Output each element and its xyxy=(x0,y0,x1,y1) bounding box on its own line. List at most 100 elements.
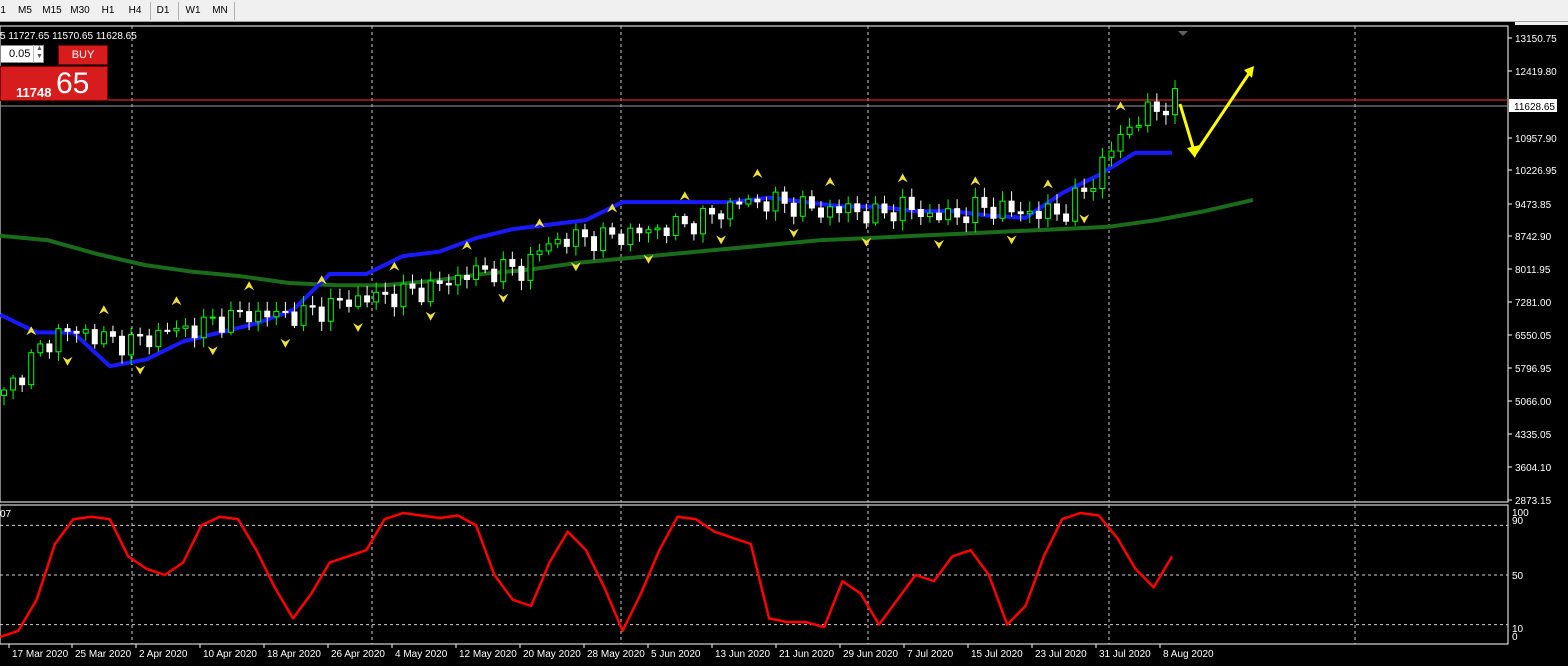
price-tick-label: 3604.10 xyxy=(1515,463,1552,474)
price-tick-label: 5066.00 xyxy=(1515,397,1552,408)
bear-candle xyxy=(418,287,425,303)
moving-average-line xyxy=(0,197,1254,288)
bull-candle xyxy=(845,203,852,214)
projection-path xyxy=(1178,71,1252,158)
time-tick-label: 2 Apr 2020 xyxy=(139,649,188,660)
bear-candle xyxy=(935,212,942,221)
bull-candle xyxy=(1090,188,1097,192)
bear-candle xyxy=(463,274,470,280)
bull-candle xyxy=(454,274,461,286)
price-tick-label: 7281.00 xyxy=(1515,298,1552,309)
main-chart-frame xyxy=(0,25,1509,503)
time-axis[interactable]: 17 Mar 2020 25 Mar 2020 2 Apr 2020 10 Apr 2… xyxy=(8,644,1214,660)
bull-candle xyxy=(28,352,35,386)
bull-candle xyxy=(182,325,189,329)
bear-candle xyxy=(663,227,670,237)
time-tick-label: 4 May 2020 xyxy=(395,649,448,660)
bear-candle xyxy=(609,227,616,235)
bull-candle xyxy=(999,200,1006,219)
bull-candle xyxy=(772,191,779,212)
bull-candle xyxy=(355,295,362,307)
bear-candle xyxy=(990,206,997,219)
fractal-down-icon xyxy=(135,365,146,375)
fractal-down-icon xyxy=(62,356,73,366)
price-tick-label: 13150.75 xyxy=(1515,34,1557,45)
bear-candle xyxy=(763,201,770,212)
price-tick-label: 2873.15 xyxy=(1515,496,1552,507)
kijun-line xyxy=(0,150,1172,369)
bull-candle xyxy=(1126,126,1133,135)
bear-candle xyxy=(890,212,897,222)
price-axis[interactable]: 13150.75 12419.80 11628.65 10957.90 10226.95… xyxy=(1508,34,1557,643)
bear-candle xyxy=(636,227,643,234)
bull-candle xyxy=(55,328,62,353)
price-chart[interactable]: 07 13150.75 12419.80 11628.65 10957.90 10226… xyxy=(0,0,1568,666)
bull-candle xyxy=(255,310,262,323)
bear-candle xyxy=(581,229,588,238)
bear-candle xyxy=(91,329,98,345)
bear-candle xyxy=(1053,203,1060,215)
lot-stepper-arrows[interactable]: ▲ ▼ xyxy=(33,45,45,63)
bear-candle xyxy=(491,268,498,283)
bull-candle xyxy=(400,283,407,308)
bear-candle xyxy=(218,316,225,333)
bull-candle xyxy=(1108,150,1115,158)
oscillator-grid: 07 xyxy=(0,504,1509,645)
bull-candle xyxy=(1044,203,1051,219)
price-tick-label: 8011.95 xyxy=(1515,265,1551,276)
bear-candle xyxy=(881,203,888,214)
fractal-down-icon xyxy=(1006,235,1017,245)
bear-candle xyxy=(409,283,416,289)
fractal-down-icon xyxy=(207,346,218,356)
bear-candle xyxy=(318,306,325,322)
bull-candle xyxy=(727,201,734,220)
oscillator-partial-label: 07 xyxy=(0,509,12,520)
fractal-down-icon xyxy=(280,338,291,348)
time-tick-label: 13 Jun 2020 xyxy=(715,649,770,660)
bear-candle xyxy=(46,343,53,353)
bear-candle xyxy=(854,203,861,213)
current-price-label: 11628.65 xyxy=(1514,102,1555,113)
oscillator-tick-label: 90 xyxy=(1512,516,1524,527)
time-tick-label: 18 Apr 2020 xyxy=(267,649,321,660)
bear-candle xyxy=(1063,213,1070,222)
price-tick-label: 5796.95 xyxy=(1515,364,1552,375)
fractal-up-icon xyxy=(679,191,690,201)
bull-candle xyxy=(545,243,552,252)
time-tick-label: 10 Apr 2020 xyxy=(203,649,257,660)
bull-candle xyxy=(536,250,543,255)
bull-candle xyxy=(100,331,107,345)
bear-candle xyxy=(64,328,71,332)
ohlc-readout: 5 11727.65 11570.65 11628.65 xyxy=(0,31,137,42)
bull-candle xyxy=(554,238,561,245)
fractal-up-icon xyxy=(171,296,182,306)
bull-candle xyxy=(945,208,952,221)
oscillator-tick-label: 0 xyxy=(1512,632,1518,643)
time-tick-label: 28 May 2020 xyxy=(587,649,645,660)
bull-candle xyxy=(128,333,135,356)
bull-candle xyxy=(427,280,434,303)
bear-candle xyxy=(264,310,271,318)
bull-candle xyxy=(645,229,652,234)
kijun-path xyxy=(0,150,1172,369)
fractal-up-icon xyxy=(244,281,255,291)
buy-price-box[interactable]: 11748 65 xyxy=(0,66,108,101)
time-tick-label: 26 Apr 2020 xyxy=(331,649,385,660)
time-tick-label: 31 Jul 2020 xyxy=(1099,649,1151,660)
bull-candle xyxy=(899,196,906,222)
bear-candle xyxy=(282,310,289,313)
bear-candle xyxy=(1035,210,1042,219)
bear-candle xyxy=(509,259,516,267)
bear-candle xyxy=(518,265,525,281)
price-tick-label: 10226.95 xyxy=(1515,166,1557,177)
bear-candle xyxy=(191,325,198,339)
bear-candle xyxy=(981,196,988,208)
buy-button[interactable]: BUY xyxy=(58,45,108,65)
bear-candle xyxy=(808,196,815,209)
bear-candle xyxy=(863,211,870,224)
time-tick-label: 8 Aug 2020 xyxy=(1163,649,1214,660)
fractal-up-icon xyxy=(897,173,908,183)
bull-candle xyxy=(373,291,380,303)
time-tick-label: 25 Mar 2020 xyxy=(75,649,132,660)
bull-candle xyxy=(1099,156,1106,190)
